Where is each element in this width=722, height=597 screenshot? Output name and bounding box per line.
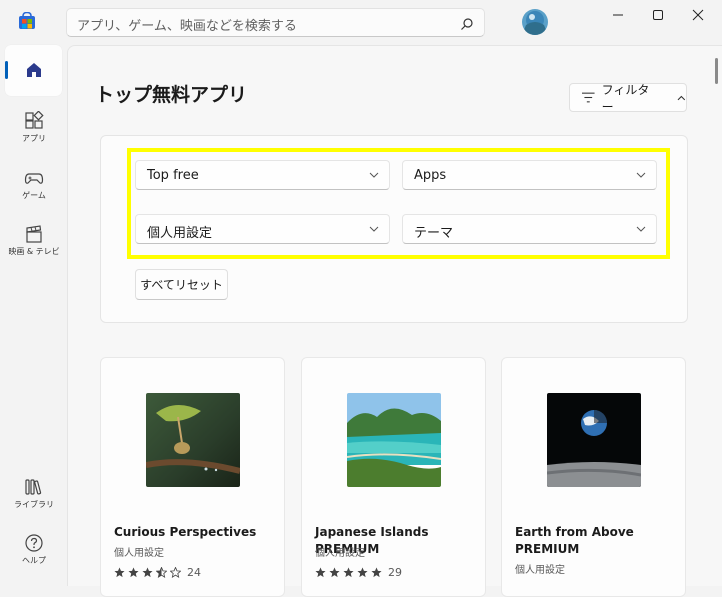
star-filled-icon bbox=[114, 567, 125, 578]
app-category: 個人用設定 bbox=[315, 548, 365, 559]
sidebar-item-help[interactable]: ヘルプ bbox=[5, 533, 63, 566]
search-icon[interactable] bbox=[460, 16, 474, 30]
sidebar-item-games[interactable]: ゲーム bbox=[5, 168, 63, 201]
star-filled-icon bbox=[371, 567, 382, 578]
star-filled-icon bbox=[315, 567, 326, 578]
apps-icon bbox=[25, 111, 44, 129]
sidebar-item-label: アプリ bbox=[22, 134, 46, 143]
app-rating: 24 bbox=[114, 566, 201, 579]
app-category: 個人用設定 bbox=[114, 548, 164, 559]
filter-button[interactable]: フィルター bbox=[569, 82, 687, 114]
library-icon bbox=[25, 479, 42, 495]
reset-all-button[interactable]: すべてリセット bbox=[135, 269, 228, 300]
search-placeholder: アプリ、ゲーム、映画などを検索する bbox=[77, 19, 297, 34]
search-input[interactable]: アプリ、ゲーム、映画などを検索する bbox=[66, 8, 485, 37]
help-icon bbox=[25, 534, 43, 552]
app-card[interactable]: Earth from Above PREMIUM 個人用設定 bbox=[501, 357, 686, 597]
filter-icon bbox=[582, 92, 595, 103]
reset-button-label: すべてリセット bbox=[140, 278, 223, 292]
sidebar-item-label: ライブラリ bbox=[14, 500, 54, 509]
app-category: 個人用設定 bbox=[515, 565, 565, 576]
clapperboard-icon bbox=[26, 225, 42, 243]
minimize-button[interactable] bbox=[596, 2, 640, 28]
gamepad-icon bbox=[24, 173, 44, 184]
star-filled-icon bbox=[343, 567, 354, 578]
rating-count: 29 bbox=[388, 566, 402, 579]
close-button[interactable] bbox=[676, 2, 720, 28]
highlight-box bbox=[127, 148, 670, 259]
app-thumbnail bbox=[146, 393, 240, 487]
app-card[interactable]: Japanese Islands PREMIUM 個人用設定 29 bbox=[301, 357, 486, 597]
star-filled-icon bbox=[142, 567, 153, 578]
store-logo-icon bbox=[18, 11, 36, 30]
avatar[interactable] bbox=[522, 9, 548, 35]
sidebar-item-apps[interactable]: アプリ bbox=[5, 111, 63, 144]
maximize-button[interactable] bbox=[636, 2, 680, 28]
star-empty-icon bbox=[170, 567, 181, 578]
filter-button-label: フィルター bbox=[601, 82, 650, 114]
sidebar-item-movies-tv[interactable]: 映画 & テレビ bbox=[5, 224, 63, 257]
sidebar-item-label: ゲーム bbox=[22, 191, 46, 200]
page-title: トップ無料アプリ bbox=[95, 84, 248, 106]
app-card[interactable]: Curious Perspectives 個人用設定 24 bbox=[100, 357, 285, 597]
star-filled-icon bbox=[357, 567, 368, 578]
sidebar-item-library[interactable]: ライブラリ bbox=[5, 477, 63, 510]
star-filled-icon bbox=[329, 567, 340, 578]
app-rating: 29 bbox=[315, 566, 402, 579]
sidebar-item-label: 映画 & テレビ bbox=[8, 247, 60, 256]
app-thumbnail bbox=[547, 393, 641, 487]
sidebar-item-home[interactable] bbox=[5, 45, 62, 96]
scrollbar-thumb[interactable] bbox=[715, 58, 718, 84]
app-thumbnail bbox=[347, 393, 441, 487]
star-half-icon bbox=[156, 567, 167, 578]
sidebar-item-label: ヘルプ bbox=[22, 556, 46, 565]
app-title: Earth from Above PREMIUM bbox=[515, 525, 634, 556]
rating-count: 24 bbox=[187, 566, 201, 579]
home-icon bbox=[26, 63, 41, 77]
chevron-up-icon bbox=[677, 95, 686, 100]
app-title: Curious Perspectives bbox=[114, 525, 257, 539]
star-filled-icon bbox=[128, 567, 139, 578]
selected-indicator bbox=[5, 61, 8, 79]
